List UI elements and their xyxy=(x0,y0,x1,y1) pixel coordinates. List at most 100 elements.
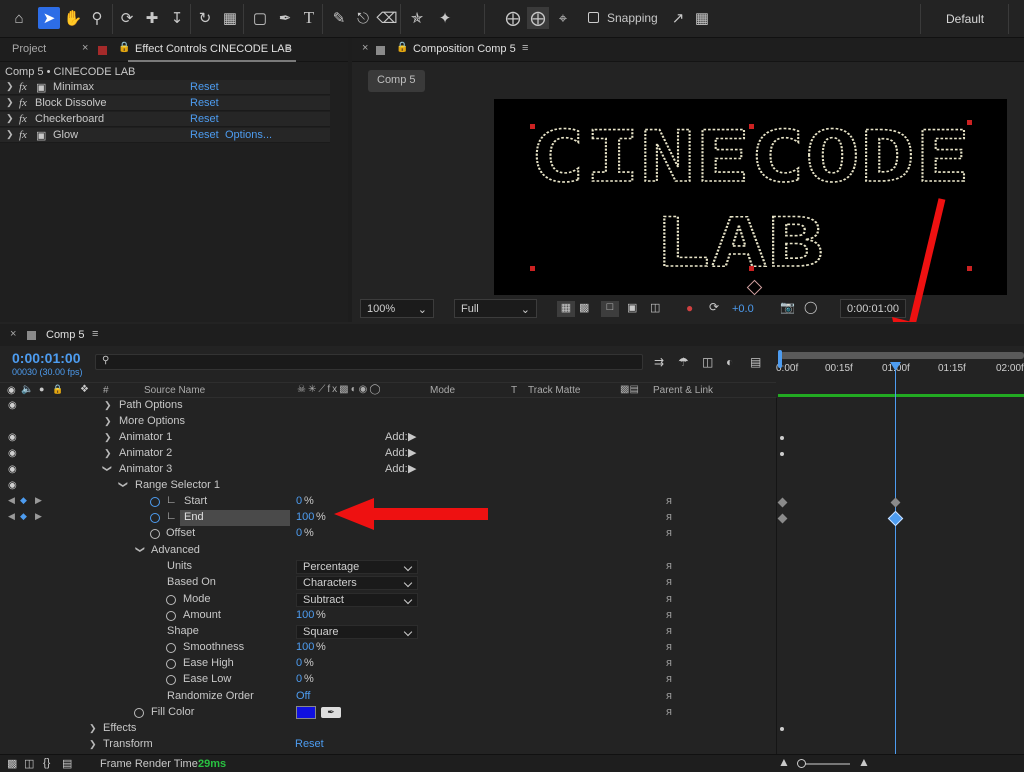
next-keyframe-icon[interactable]: ▶ xyxy=(35,511,42,522)
pick-whip-icon[interactable]: я xyxy=(666,527,672,539)
close-icon[interactable]: × xyxy=(82,42,88,54)
stopwatch-icon[interactable] xyxy=(150,529,160,539)
stopwatch-icon[interactable] xyxy=(150,513,160,523)
panel-menu-icon[interactable]: ≡ xyxy=(92,328,98,340)
world-axis-icon[interactable]: ⨁ xyxy=(527,7,549,29)
mode-dropdown[interactable]: Subtract xyxy=(296,593,418,607)
eye-icon[interactable]: ◉ xyxy=(8,480,17,491)
comp-breadcrumb-button[interactable]: Comp 5 xyxy=(368,70,425,92)
chevron-down-icon[interactable]: ❯ xyxy=(117,481,128,489)
graph-editor-icon[interactable]: ▤ xyxy=(750,355,761,369)
keyframe-dot[interactable] xyxy=(780,436,784,440)
chevron-down-icon[interactable]: ❯ xyxy=(101,465,112,473)
chevron-right-icon[interactable]: ❯ xyxy=(6,81,14,92)
end-value[interactable]: 100 xyxy=(296,511,314,523)
color-management-icon[interactable]: ⟳ xyxy=(709,300,719,314)
layer-handle[interactable] xyxy=(530,266,535,271)
next-keyframe-icon[interactable]: ▶ xyxy=(35,495,42,506)
region-of-interest-icon[interactable]: ▣ xyxy=(627,301,637,314)
layer-handle[interactable] xyxy=(749,266,754,271)
lock-icon[interactable]: 🔒 xyxy=(396,42,408,53)
shape-dropdown[interactable]: Square xyxy=(296,625,418,639)
fx-toggle-icon[interactable]: fx xyxy=(19,81,27,93)
tab-composition[interactable]: Composition Comp 5 xyxy=(413,43,516,55)
graph-icon[interactable]: ∟ xyxy=(166,510,177,522)
motion-blur-icon[interactable]: ◐ xyxy=(726,355,733,369)
pick-whip-icon[interactable]: я xyxy=(666,593,672,605)
zoom-dropdown[interactable]: 100% ⌄ xyxy=(360,299,434,318)
units-dropdown[interactable]: Percentage xyxy=(296,560,418,574)
snapshot-camera-icon[interactable]: 📷 xyxy=(780,300,795,314)
layer-handle[interactable] xyxy=(749,124,754,129)
effect-row[interactable]: ❯ fx Block Dissolve Reset xyxy=(0,96,330,112)
comp-flowchart-icon[interactable]: ⇉ xyxy=(654,355,664,369)
zoom-tool-icon[interactable]: ⚲ xyxy=(86,7,108,29)
animator1-row[interactable]: ◉ ❯ Animator 1 Add: ▶ xyxy=(0,430,776,446)
timeline-search-input[interactable]: ⚲ xyxy=(95,354,643,370)
chevron-right-icon[interactable]: ❯ xyxy=(6,97,14,108)
audio-switch-icon[interactable]: 🔈 xyxy=(21,384,33,395)
brush-tool-icon[interactable]: ✎ xyxy=(328,7,350,29)
pick-whip-icon[interactable]: я xyxy=(666,625,672,637)
snapping-checkbox[interactable] xyxy=(588,12,599,23)
options-link[interactable]: Options... xyxy=(225,129,272,141)
chevron-right-icon[interactable]: ❯ xyxy=(104,448,112,459)
snap-edges-icon[interactable]: ↗ xyxy=(667,7,689,29)
effect-row[interactable]: ❯ fx Checkerboard Reset xyxy=(0,112,330,128)
pick-whip-icon[interactable]: я xyxy=(666,576,672,588)
eraser-tool-icon[interactable]: ⌫ xyxy=(376,7,398,29)
stopwatch-icon[interactable] xyxy=(166,611,176,621)
type-tool-icon[interactable]: T xyxy=(298,7,320,29)
stopwatch-icon[interactable] xyxy=(166,675,176,685)
stopwatch-icon[interactable] xyxy=(166,643,176,653)
smoothness-row[interactable]: Smoothness 100 % я xyxy=(0,640,776,656)
eyedropper-icon[interactable]: ✒ xyxy=(321,707,341,718)
stopwatch-icon[interactable] xyxy=(166,659,176,669)
reset-link[interactable]: Reset xyxy=(190,97,219,109)
graph-icon[interactable]: ∟ xyxy=(166,494,177,506)
dolly-camera-icon[interactable]: ↧ xyxy=(166,7,188,29)
reset-link[interactable]: Reset xyxy=(190,113,219,125)
close-icon[interactable]: × xyxy=(362,42,368,54)
pen-tool-icon[interactable]: ✒ xyxy=(274,7,296,29)
layer-handle[interactable] xyxy=(967,266,972,271)
current-time-display[interactable]: 0:00:01:00 xyxy=(12,350,81,366)
panel-menu-icon[interactable]: ≡ xyxy=(522,42,528,54)
offset-value[interactable]: 0 xyxy=(296,527,302,539)
range-selector-row[interactable]: ◉ ❯ Range Selector 1 xyxy=(0,478,776,494)
add-menu-icon[interactable]: ▶ xyxy=(408,430,416,443)
effect-row[interactable]: ❯ fx ▣ Glow Reset Options... xyxy=(0,128,330,144)
exposure-value[interactable]: +0.0 xyxy=(732,303,754,315)
rotation-tool-icon[interactable]: ↻ xyxy=(194,7,216,29)
based-on-dropdown[interactable]: Characters xyxy=(296,576,418,590)
home-icon[interactable]: ⌂ xyxy=(8,7,30,29)
rectangle-tool-icon[interactable]: ▢ xyxy=(249,7,271,29)
stopwatch-icon[interactable] xyxy=(134,708,144,718)
reset-link[interactable]: Reset xyxy=(190,81,219,93)
more-options-row[interactable]: ❯ More Options xyxy=(0,414,776,430)
zoom-in-icon[interactable]: ▲ xyxy=(858,755,870,769)
resolution-dropdown[interactable]: Full ⌄ xyxy=(454,299,537,318)
layer-switches-icon[interactable]: ▩ xyxy=(7,757,17,770)
chevron-right-icon[interactable]: ❯ xyxy=(89,723,97,734)
chevron-right-icon[interactable]: ❯ xyxy=(104,400,112,411)
work-area-start[interactable] xyxy=(778,350,782,368)
timeline-navigator[interactable] xyxy=(780,352,1024,359)
local-axis-icon[interactable]: ⨁ xyxy=(502,7,524,29)
source-name-header[interactable]: Source Name xyxy=(144,385,205,396)
add-keyframe-icon[interactable]: ◆ xyxy=(20,495,27,506)
grid-guides-icon[interactable]: ◫ xyxy=(650,301,660,314)
transform-row[interactable]: ❯ Transform Reset xyxy=(0,737,776,753)
amount-value[interactable]: 100 xyxy=(296,609,314,621)
fx-toggle-icon[interactable]: fx xyxy=(19,97,27,109)
add-menu-icon[interactable]: ▶ xyxy=(408,446,416,459)
time-ruler[interactable]: 0:00f 00:15f 01:00f 01:15f 02:00f xyxy=(776,350,1024,398)
pan-camera-icon[interactable]: ✚ xyxy=(141,7,163,29)
prev-keyframe-icon[interactable]: ◀ xyxy=(8,495,15,506)
eye-icon[interactable]: ◉ xyxy=(8,432,17,443)
eye-icon[interactable]: ◉ xyxy=(8,400,17,411)
advanced-row[interactable]: ❯ Advanced xyxy=(0,543,776,559)
transfer-controls-icon[interactable]: ◫ xyxy=(24,757,34,770)
pick-whip-icon[interactable]: я xyxy=(666,609,672,621)
pick-whip-icon[interactable]: я xyxy=(666,706,672,718)
